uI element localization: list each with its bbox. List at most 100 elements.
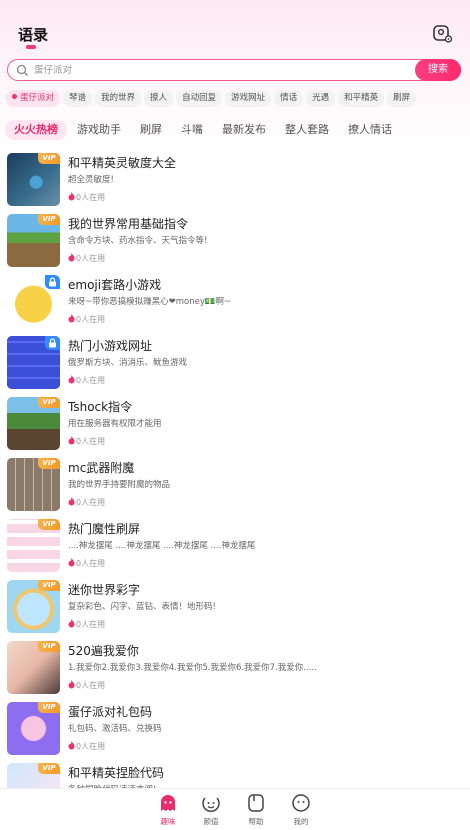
list-item[interactable]: VIP 520遍我爱你 1.我爱你2.我爱你3.我爱你4.我爱你5.我爱你6.我爱你… bbox=[0, 638, 470, 699]
vip-badge: VIP bbox=[38, 519, 60, 530]
tag-chip[interactable]: 撩人 bbox=[144, 90, 174, 107]
item-thumbnail bbox=[7, 275, 60, 328]
help-book-icon bbox=[248, 794, 264, 812]
item-usage: 0人在用 bbox=[68, 619, 105, 630]
tag-chip[interactable]: 刷屏 bbox=[387, 90, 417, 107]
item-thumbnail: VIP bbox=[7, 519, 60, 572]
tag-label: 光遇 bbox=[312, 93, 330, 103]
usage-count: 0人在用 bbox=[76, 254, 106, 263]
item-title: 热门小游戏网址 bbox=[68, 339, 153, 353]
tag-chip[interactable]: 情话 bbox=[274, 90, 304, 107]
item-usage: 0人在用 bbox=[68, 314, 105, 325]
list-item[interactable]: VIP 蛋仔派对礼包码 礼包码、激活码、兑换码 0人在用 bbox=[0, 699, 470, 760]
tag-label: 刷屏 bbox=[393, 93, 411, 103]
item-usage: 0人在用 bbox=[68, 253, 105, 264]
category-tab[interactable]: 整人套路 bbox=[276, 120, 338, 140]
item-thumbnail bbox=[7, 336, 60, 389]
vip-badge: VIP bbox=[38, 641, 60, 652]
usage-count: 0人在用 bbox=[76, 193, 106, 202]
category-tab[interactable]: 斗嘴 bbox=[172, 120, 212, 140]
list-item[interactable]: VIP mc武器附魔 我的世界手持要附魔的物品 0人在用 bbox=[0, 455, 470, 516]
nav-item-fun[interactable]: 趣味 bbox=[148, 793, 188, 829]
vip-badge: VIP bbox=[38, 153, 60, 164]
item-usage: 0人在用 bbox=[68, 680, 105, 691]
title-underline bbox=[26, 45, 36, 49]
category-tab[interactable]: 撩人情话 bbox=[339, 120, 401, 140]
fire-icon bbox=[68, 741, 75, 750]
item-description: 复杂彩色、闪字、蓝钻、表情！地形码! bbox=[68, 602, 216, 612]
usage-count: 0人在用 bbox=[76, 620, 106, 629]
tag-chip[interactable]: 自动回复 bbox=[176, 90, 223, 107]
item-thumbnail: VIP bbox=[7, 397, 60, 450]
search-button[interactable]: 搜索 bbox=[415, 59, 461, 81]
list-item[interactable]: emoji套路小游戏 来呀~带你恶搞模拟赚黑心❤money💵啊~ 0人在用 bbox=[0, 272, 470, 333]
tag-chip[interactable]: 我的世界 bbox=[95, 90, 142, 107]
item-description: 礼包码、激活码、兑换码 bbox=[68, 724, 162, 734]
list-item[interactable]: VIP 和平精英灵敏度大全 超全灵敏度! 0人在用 bbox=[0, 150, 470, 211]
app-screen: 语录 搜索 蛋仔派对琴谱我的世界撩人自动回复游戏网址情话光遇和平精英刷屏 火火热… bbox=[0, 0, 470, 830]
item-description: ....神龙摆尾 ....神龙摆尾 ....神龙摆尾 ....神龙摆尾 bbox=[68, 541, 256, 551]
usage-count: 0人在用 bbox=[76, 437, 106, 446]
fire-icon bbox=[68, 497, 75, 506]
tag-chip[interactable]: 游戏网址 bbox=[225, 90, 272, 107]
item-description: 我的世界手持要附魔的物品 bbox=[68, 480, 171, 490]
category-tab[interactable]: 火火热榜 bbox=[5, 120, 67, 140]
fire-icon bbox=[68, 680, 75, 689]
usage-count: 0人在用 bbox=[76, 681, 106, 690]
item-thumbnail: VIP bbox=[7, 153, 60, 206]
item-thumbnail: VIP bbox=[7, 458, 60, 511]
item-usage: 0人在用 bbox=[68, 192, 105, 203]
list-item[interactable]: VIP和平精英捏脸代码各种捏脸代码速速查阅!0人在用 bbox=[0, 760, 470, 790]
fire-icon bbox=[68, 619, 75, 628]
vip-badge: VIP bbox=[38, 214, 60, 225]
list-item[interactable]: 热门小游戏网址俄罗斯方块、消消乐、鱿鱼游戏 0人在用 bbox=[0, 333, 470, 394]
fire-icon bbox=[68, 253, 75, 262]
usage-count: 0人在用 bbox=[76, 559, 106, 568]
item-title: emoji套路小游戏 bbox=[68, 278, 162, 292]
search-input[interactable] bbox=[34, 62, 394, 78]
hot-tags: 蛋仔派对 琴谱 我的世界 撩人 自动回复 游戏网址 情话 光遇 和平精英 刷屏 bbox=[6, 90, 470, 107]
item-description: 俄罗斯方块、消消乐、鱿鱼游戏 bbox=[68, 358, 188, 368]
profile-settings-icon[interactable] bbox=[432, 24, 454, 44]
page-title: 语录 bbox=[18, 26, 49, 44]
tag-chip[interactable]: 和平精英 bbox=[338, 90, 385, 107]
tag-chip[interactable]: 光遇 bbox=[306, 90, 336, 107]
category-tab[interactable]: 最新发布 bbox=[213, 120, 275, 140]
item-usage: 0人在用 bbox=[68, 375, 105, 386]
fire-icon bbox=[68, 192, 75, 201]
item-description: 用在服务器有权限才能用 bbox=[68, 419, 162, 429]
tag-label: 琴谱 bbox=[69, 93, 87, 103]
nav-label: 趣味 bbox=[160, 817, 176, 826]
search-bar: 搜索 bbox=[7, 59, 461, 81]
tag-label: 情话 bbox=[280, 93, 298, 103]
item-thumbnail: VIP bbox=[7, 214, 60, 267]
smile-face-icon bbox=[202, 797, 220, 813]
item-thumbnail: VIP bbox=[7, 763, 60, 790]
item-title: Tshock指令 bbox=[68, 400, 133, 414]
category-tab[interactable]: 刷屏 bbox=[131, 120, 171, 140]
category-tab[interactable]: 游戏助手 bbox=[68, 120, 130, 140]
nav-item-mine[interactable]: 我的 bbox=[281, 793, 321, 829]
item-title: 蛋仔派对礼包码 bbox=[68, 705, 153, 719]
item-usage: 0人在用 bbox=[68, 436, 105, 447]
category-tabs: 火火热榜 游戏助手 刷屏 斗嘴 最新发布 整人套路 撩人情话 bbox=[5, 118, 470, 140]
nav-label: 颜值 bbox=[203, 817, 219, 826]
fun-ghost-icon bbox=[161, 795, 175, 811]
fire-icon bbox=[68, 436, 75, 445]
vip-badge: VIP bbox=[38, 763, 60, 774]
item-title: 热门魔性刷屏 bbox=[68, 522, 141, 536]
vip-badge: VIP bbox=[38, 580, 60, 591]
list-item[interactable]: VIP 我的世界常用基础指令 含命令方块、药水指令、天气指令等! 0人在用 bbox=[0, 211, 470, 272]
tag-chip[interactable]: 琴谱 bbox=[63, 90, 93, 107]
list-item[interactable]: VIP 迷你世界彩字 复杂彩色、闪字、蓝钻、表情！地形码! 0人在用 bbox=[0, 577, 470, 638]
tag-chip[interactable]: 蛋仔派对 bbox=[6, 90, 61, 107]
list-item[interactable]: VIP 热门魔性刷屏 ....神龙摆尾 ....神龙摆尾 ....神龙摆尾 ....… bbox=[0, 516, 470, 577]
list-item[interactable]: VIP Tshock指令用在服务器有权限才能用 0人在用 bbox=[0, 394, 470, 455]
item-usage: 0人在用 bbox=[68, 558, 105, 569]
item-usage: 0人在用 bbox=[68, 497, 105, 508]
nav-item-help[interactable]: 帮助 bbox=[236, 793, 276, 829]
usage-count: 0人在用 bbox=[76, 315, 106, 324]
item-thumbnail: VIP bbox=[7, 702, 60, 755]
nav-item-looks[interactable]: 颜值 bbox=[191, 793, 231, 829]
fire-icon bbox=[68, 375, 75, 384]
